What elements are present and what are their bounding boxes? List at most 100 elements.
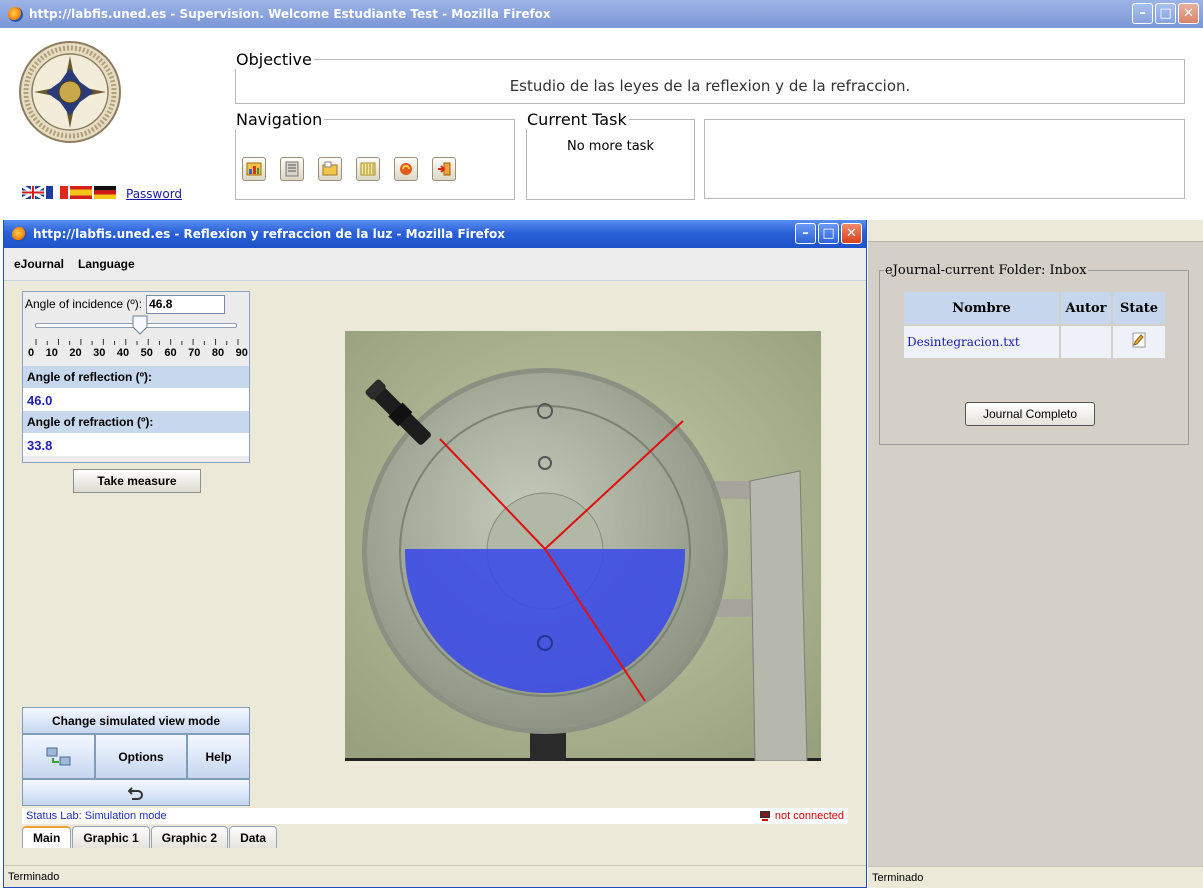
connect-button[interactable] [22, 734, 95, 779]
tick-label: 20 [69, 347, 82, 359]
folder-icon[interactable] [318, 157, 342, 181]
slider-tick-labels: 0 10 20 30 40 50 60 70 80 90 [28, 347, 248, 359]
file-author [1061, 326, 1111, 358]
firefox-icon [12, 226, 27, 242]
main-statusbar: Terminado [868, 866, 1203, 888]
navigation-group: Navigation [235, 110, 515, 200]
minimize-icon[interactable]: – [795, 223, 816, 244]
take-measure-button[interactable]: Take measure [73, 469, 201, 493]
password-link[interactable]: Password [126, 187, 182, 201]
tick-label: 40 [116, 347, 130, 359]
menu-ejournal[interactable]: eJournal [14, 257, 64, 271]
main-window-title: http://labfis.uned.es - Supervision. Wel… [29, 7, 551, 21]
right-panel: eJournal-current Folder: Inbox Nombre Au… [868, 220, 1203, 866]
tab-main[interactable]: Main [22, 826, 72, 848]
tick-label: 90 [235, 347, 248, 359]
col-autor[interactable]: Autor [1061, 292, 1111, 324]
tab-graphic-1[interactable]: Graphic 1 [72, 826, 150, 848]
tab-data[interactable]: Data [229, 826, 278, 848]
tick-label: 70 [188, 347, 201, 359]
lab-status-text: Terminado [8, 871, 60, 883]
col-state[interactable]: State [1113, 292, 1165, 324]
applet-menubar: eJournal Language [4, 248, 866, 281]
current-task-text: No more task [567, 139, 654, 154]
navigation-legend: Navigation [236, 110, 323, 129]
applet-status-line: Status Lab: Simulation mode not connecte… [22, 808, 848, 824]
network-computers-icon [46, 747, 70, 765]
tick-label: 10 [45, 347, 58, 359]
ejournal-header-row: Nombre Autor State [904, 292, 1165, 324]
control-panel: Angle of incidence (º): 0 10 20 30 40 50… [22, 291, 250, 463]
undo-arrow-icon [128, 786, 143, 800]
ejournal-folder-legend: eJournal-current Folder: Inbox [885, 263, 1087, 278]
ejournal-folder-group: eJournal-current Folder: Inbox Nombre Au… [879, 263, 1189, 445]
refresh-icon[interactable] [394, 157, 418, 181]
lab-window-title: http://labfis.uned.es - Reflexion y refr… [33, 227, 506, 241]
tick-label: 0 [28, 347, 35, 359]
navigation-icons [242, 157, 456, 181]
menu-language[interactable]: Language [78, 257, 135, 271]
view-tabs: Main Graphic 1 Graphic 2 Data [22, 826, 278, 848]
slider-thumb[interactable] [132, 315, 148, 335]
es-flag-icon[interactable] [70, 186, 92, 199]
minimize-icon[interactable]: – [1132, 3, 1153, 24]
tick-label: 30 [93, 347, 106, 359]
fr-flag-icon[interactable] [46, 186, 68, 199]
lab-icon[interactable] [242, 157, 266, 181]
en-flag-icon[interactable] [22, 186, 44, 199]
reflection-label: Angle of reflection (º): [23, 366, 249, 388]
tick-label: 80 [211, 347, 225, 359]
options-button[interactable]: Options [95, 734, 187, 779]
refraction-value: 33.8 [23, 433, 249, 456]
connection-status-text: not connected [774, 810, 844, 822]
status-lab-text: Status Lab: Simulation mode [26, 810, 167, 822]
right-toolbar-strip [868, 220, 1203, 242]
maximize-icon[interactable]: □ [1155, 3, 1176, 24]
tab-graphic-2[interactable]: Graphic 2 [150, 826, 229, 848]
refraction-label: Angle of refraction (º): [23, 411, 249, 433]
main-status-text: Terminado [872, 872, 924, 884]
objective-text: Estudio de las leyes de la reflexion y d… [509, 77, 911, 95]
incidence-row: Angle of incidence (º): [23, 294, 249, 314]
maximize-icon[interactable]: □ [818, 223, 839, 244]
task-detail-box [704, 119, 1185, 199]
file-name-link[interactable]: Desintegracion.txt [904, 326, 1059, 358]
reflection-value: 46.0 [23, 388, 249, 411]
close-icon[interactable]: ✕ [1178, 3, 1199, 24]
incidence-input[interactable] [146, 294, 226, 314]
objective-group: Objective Estudio de las leyes de la ref… [235, 50, 1185, 104]
note-icon[interactable] [1129, 330, 1149, 350]
main-window-titlebar[interactable]: http://labfis.uned.es - Supervision. Wel… [0, 0, 1203, 28]
journal-completo-button[interactable]: Journal Completo [965, 402, 1095, 426]
document-icon[interactable] [280, 157, 304, 181]
lab-window-titlebar[interactable]: http://labfis.uned.es - Reflexion y refr… [4, 220, 866, 248]
experiment-camera-view [345, 331, 821, 761]
close-icon[interactable]: ✕ [841, 223, 862, 244]
table-row[interactable]: Desintegracion.txt [904, 326, 1165, 358]
help-button[interactable]: Help [187, 734, 250, 779]
tick-label: 60 [164, 347, 177, 359]
exit-icon[interactable] [432, 157, 456, 181]
lab-statusbar: Terminado [4, 865, 866, 887]
connection-status: not connected [759, 810, 844, 822]
col-nombre[interactable]: Nombre [904, 292, 1059, 324]
undo-button[interactable] [22, 779, 250, 806]
uned-seal-logo [19, 41, 121, 143]
slider-ticks [35, 339, 239, 345]
header-area: Password Objective Estudio de las leyes … [0, 28, 1203, 220]
lab-window: http://labfis.uned.es - Reflexion y refr… [3, 220, 867, 888]
current-task-group: Current Task No more task [526, 110, 695, 200]
firefox-icon [8, 6, 23, 22]
current-task-legend: Current Task [527, 110, 627, 129]
objective-legend: Objective [236, 50, 312, 69]
incidence-label: Angle of incidence (º): [25, 297, 143, 311]
ejournal-table: Nombre Autor State Desintegracion.txt [902, 290, 1167, 360]
file-state [1113, 326, 1165, 358]
incidence-slider[interactable]: 0 10 20 30 40 50 60 70 80 90 [23, 314, 249, 366]
language-flags [22, 186, 116, 199]
tick-label: 50 [140, 347, 153, 359]
columns-icon[interactable] [356, 157, 380, 181]
disconnected-icon [759, 811, 770, 821]
de-flag-icon[interactable] [94, 186, 116, 199]
change-view-mode-button[interactable]: Change simulated view mode [22, 707, 250, 734]
